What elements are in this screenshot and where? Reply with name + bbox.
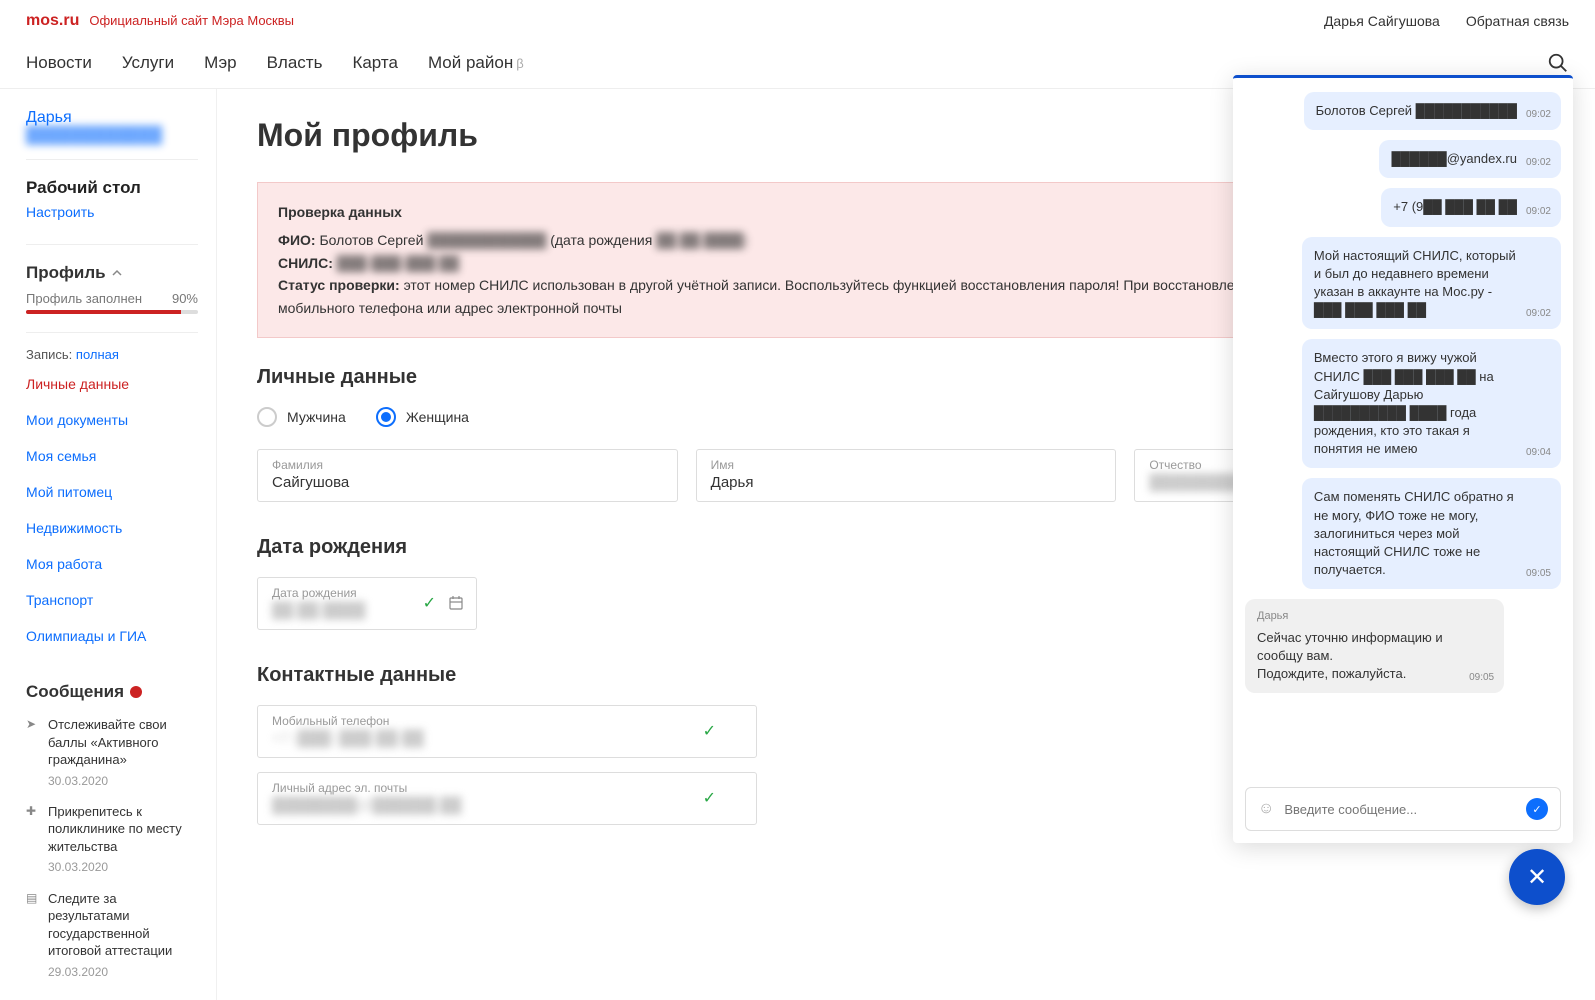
firstname-field[interactable]: Имя Дарья [696, 449, 1117, 502]
record-value[interactable]: полная [76, 347, 119, 362]
chat-body[interactable]: Болотов Сергей ███████████09:02 ██████@ya… [1233, 78, 1573, 779]
emoji-icon[interactable]: ☺ [1258, 800, 1274, 818]
chat-send-button[interactable]: ✓ [1526, 798, 1548, 820]
chat-bubble: ██████@yandex.ru09:02 [1379, 140, 1561, 178]
email-field[interactable]: Личный адрес эл. почты ████████@██████.█… [257, 772, 757, 825]
radio-female[interactable]: Женщина [376, 407, 469, 427]
sidebar-item-pet[interactable]: Мой питомец [26, 484, 198, 500]
calendar-icon[interactable] [448, 595, 464, 611]
chat-bubble: Мой настоящий СНИЛС, который и был до не… [1302, 237, 1561, 330]
profile-progress [26, 310, 198, 314]
desktop-title: Рабочий стол [26, 178, 198, 198]
search-icon[interactable] [1547, 52, 1569, 74]
nav-district[interactable]: Мой районβ [428, 53, 524, 73]
nav-mayor[interactable]: Мэр [204, 53, 236, 73]
logo[interactable]: mos.ru [26, 12, 79, 30]
radio-circle-checked-icon [376, 407, 396, 427]
logo-subtitle: Официальный сайт Мэра Москвы [89, 13, 294, 28]
chevron-up-icon [112, 268, 122, 278]
nav-power[interactable]: Власть [267, 53, 323, 73]
sidebar-item-personal[interactable]: Личные данные [26, 376, 198, 392]
document-icon: ▤ [26, 890, 40, 980]
record-type: Запись: полная [26, 332, 198, 362]
check-icon: ✓ [423, 593, 436, 613]
topbar-left: mos.ru Официальный сайт Мэра Москвы [26, 12, 294, 30]
chat-bubble: Сам поменять СНИЛС обратно я не могу, ФИ… [1302, 478, 1561, 589]
nav-services[interactable]: Услуги [122, 53, 174, 73]
desktop-configure[interactable]: Настроить [26, 204, 198, 220]
message-item[interactable]: ➤ Отслеживайте свои баллы «Активного гра… [26, 716, 198, 789]
notification-badge-icon [130, 686, 142, 698]
chat-bubble: +7 (9██ ███ ██ ██09:02 [1381, 188, 1561, 226]
chat-close-fab[interactable]: ✕ [1509, 849, 1565, 905]
topbar-right: Дарья Сайгушова Обратная связь [1324, 13, 1569, 29]
clinic-icon: ✚ [26, 803, 40, 876]
sidebar-user[interactable]: Дарья ████████████ [26, 109, 198, 160]
arrow-icon: ➤ [26, 716, 40, 789]
sidebar-item-work[interactable]: Моя работа [26, 556, 198, 572]
radio-circle-icon [257, 407, 277, 427]
lastname-field[interactable]: Фамилия Сайгушова [257, 449, 678, 502]
beta-badge: β [516, 56, 523, 71]
message-item[interactable]: ▤ Следите за результатами государственно… [26, 890, 198, 980]
check-icon: ✓ [703, 788, 716, 808]
message-item[interactable]: ✚ Прикрепитесь к поликлинике по месту жи… [26, 803, 198, 876]
phone-field[interactable]: Мобильный телефон +7 (███) ███-██-██ ✓ [257, 705, 757, 758]
sidebar-item-olympiads[interactable]: Олимпиады и ГИА [26, 628, 198, 644]
sidebar-item-realestate[interactable]: Недвижимость [26, 520, 198, 536]
sidebar-item-documents[interactable]: Мои документы [26, 412, 198, 428]
chat-input[interactable] [1284, 802, 1516, 817]
sidebar-item-family[interactable]: Моя семья [26, 448, 198, 464]
profile-section-title[interactable]: Профиль [26, 263, 198, 283]
topbar-feedback[interactable]: Обратная связь [1466, 13, 1569, 29]
close-icon: ✕ [1527, 863, 1547, 892]
nav-map[interactable]: Карта [352, 53, 398, 73]
dob-field[interactable]: Дата рождения ██.██.████ ✓ [257, 577, 477, 630]
chat-panel: Болотов Сергей ███████████09:02 ██████@ya… [1233, 75, 1573, 843]
nav-news[interactable]: Новости [26, 53, 92, 73]
nav-items: Новости Услуги Мэр Власть Карта Мой райо… [26, 53, 524, 73]
sidebar: Дарья ████████████ Рабочий стол Настроит… [0, 89, 216, 1000]
topbar: mos.ru Официальный сайт Мэра Москвы Дарь… [0, 0, 1595, 42]
chat-bubble: Болотов Сергей ███████████09:02 [1304, 92, 1561, 130]
check-icon: ✓ [703, 721, 716, 741]
profile-fill: Профиль заполнен 90% [26, 291, 198, 306]
chat-bubble: Вместо этого я вижу чужой СНИЛС ███ ███ … [1302, 339, 1561, 468]
chat-bubble: ДарьяСейчас уточню информацию и сообщу в… [1245, 599, 1504, 693]
chat-input-row: ☺ ✓ [1245, 787, 1561, 831]
messages-title[interactable]: Сообщения [26, 682, 198, 702]
topbar-user[interactable]: Дарья Сайгушова [1324, 13, 1440, 29]
sidebar-item-transport[interactable]: Транспорт [26, 592, 198, 608]
radio-male[interactable]: Мужчина [257, 407, 346, 427]
